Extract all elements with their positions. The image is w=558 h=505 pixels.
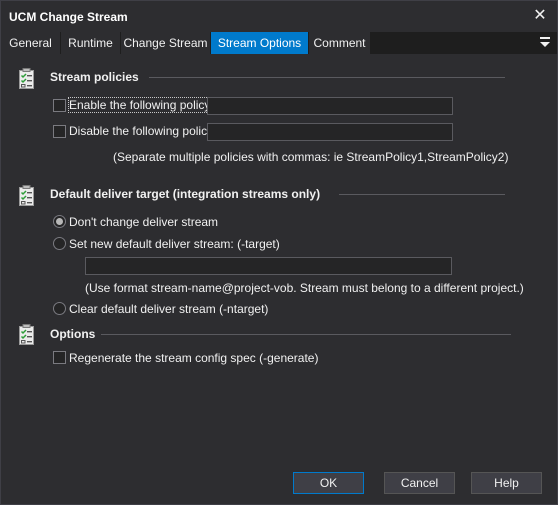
title-bar: UCM Change Stream ✕	[1, 1, 557, 32]
regenerate-label[interactable]: Regenerate the stream config spec (-gene…	[69, 351, 318, 365]
stream-options-panel: Stream policies Enable the following pol…	[1, 54, 557, 459]
section-divider	[339, 194, 505, 195]
checklist-icon	[19, 185, 34, 206]
ok-button[interactable]: OK	[293, 472, 364, 494]
section-title-options: Options	[50, 327, 96, 341]
enable-policy-input[interactable]	[207, 97, 453, 115]
deliver-target-input[interactable]	[85, 257, 452, 275]
section-divider	[101, 334, 511, 335]
tab-comment[interactable]: Comment	[309, 32, 371, 54]
set-deliver-target-label[interactable]: Set new default deliver stream: (-target…	[69, 237, 280, 251]
enable-policy-label[interactable]: Enable the following policy:	[68, 97, 215, 113]
tab-change-stream[interactable]: Change Stream	[121, 32, 211, 54]
tab-stream-options[interactable]: Stream Options	[211, 32, 309, 54]
clear-deliver-radio[interactable]	[53, 302, 66, 315]
dialog-window: UCM Change Stream ✕ General Runtime Chan…	[0, 0, 558, 505]
disable-policy-label[interactable]: Disable the following policy:	[69, 124, 216, 138]
set-deliver-target-radio[interactable]	[53, 237, 66, 250]
regenerate-checkbox[interactable]	[53, 351, 66, 364]
dont-change-deliver-radio[interactable]	[53, 215, 66, 228]
clear-deliver-label[interactable]: Clear default deliver stream (-ntarget)	[69, 302, 268, 316]
policy-hint-text: (Separate multiple policies with commas:…	[113, 150, 509, 164]
checklist-icon	[19, 324, 34, 345]
tab-general[interactable]: General	[1, 32, 61, 54]
tab-strip: General Runtime Change Stream Stream Opt…	[1, 32, 557, 54]
close-icon[interactable]: ✕	[531, 7, 549, 25]
deliver-target-hint-text: (Use format stream-name@project-vob. Str…	[85, 281, 524, 295]
section-title-deliver-target: Default deliver target (integration stre…	[50, 187, 321, 201]
disable-policy-checkbox[interactable]	[53, 125, 66, 138]
window-title: UCM Change Stream	[9, 10, 128, 24]
disable-policy-input[interactable]	[207, 123, 453, 141]
checklist-icon	[19, 68, 34, 89]
dialog-footer: OK Cancel Help	[1, 459, 557, 504]
help-button[interactable]: Help	[471, 472, 542, 494]
tab-runtime[interactable]: Runtime	[61, 32, 121, 54]
section-divider	[149, 77, 505, 78]
cancel-button[interactable]: Cancel	[384, 472, 455, 494]
dont-change-deliver-label[interactable]: Don't change deliver stream	[69, 215, 218, 229]
enable-policy-checkbox[interactable]	[53, 99, 66, 112]
section-title-stream-policies: Stream policies	[50, 70, 139, 84]
overflow-menu-icon[interactable]	[539, 36, 551, 50]
